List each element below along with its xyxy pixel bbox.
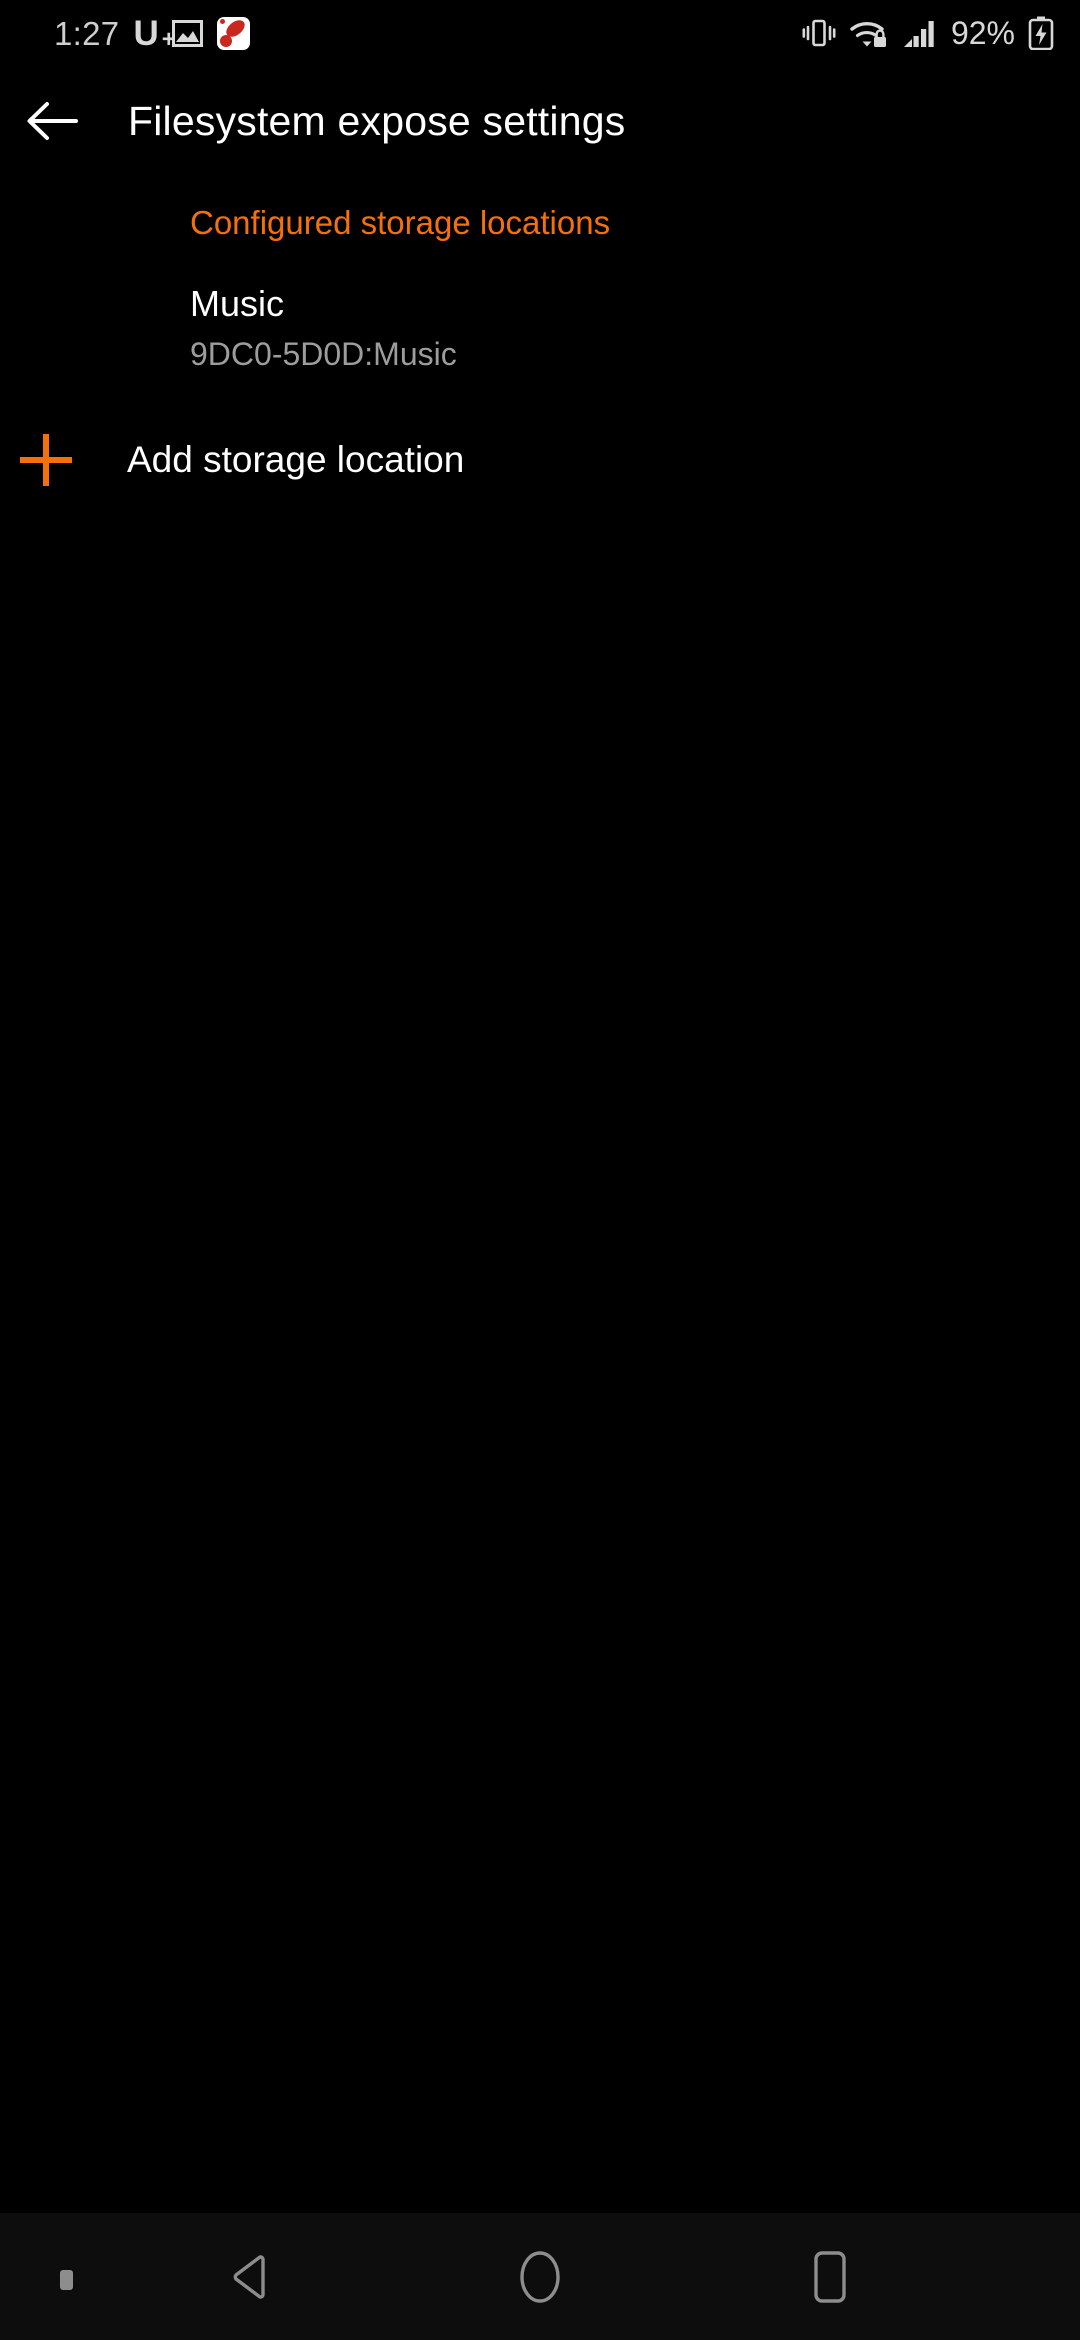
battery-charging-icon (1028, 16, 1054, 50)
status-clock: 1:27 (54, 14, 120, 52)
nav-back-button[interactable] (105, 2213, 395, 2340)
navigation-bar (0, 2213, 1080, 2340)
add-storage-location-button[interactable]: Add storage location (0, 373, 1080, 489)
back-button[interactable] (0, 69, 104, 173)
storage-location-item[interactable]: Music 9DC0-5D0D:Music (0, 239, 1080, 373)
nav-recents-icon (805, 2249, 855, 2305)
battery-percent-label: 92% (950, 15, 1015, 51)
nav-back-icon (226, 2251, 274, 2303)
add-storage-location-label: Add storage location (127, 438, 465, 480)
storage-location-path: 9DC0-5D0D:Music (190, 336, 457, 373)
nav-recents-button[interactable] (685, 2213, 975, 2340)
plus-icon (0, 429, 104, 489)
page-title: Filesystem expose settings (128, 97, 626, 144)
back-arrow-icon (26, 100, 78, 142)
app-badge-icon (216, 16, 250, 50)
wifi-lock-icon (849, 17, 889, 49)
toolbar: Filesystem expose settings (0, 66, 1080, 176)
section-header-configured-storage: Configured storage locations (190, 204, 611, 241)
signal-bars-icon (902, 17, 938, 49)
storage-location-name: Music (190, 283, 285, 324)
pin-dot-icon (60, 2270, 73, 2290)
vibrate-icon (802, 17, 836, 49)
content-area: Configured storage locations Music 9DC0-… (0, 176, 1080, 489)
status-bar-right: 92% (802, 16, 1054, 50)
status-bar: 1:27 U + 92% (0, 0, 1080, 66)
screen-root: 1:27 U + 92% Filesystem expose settings … (0, 0, 1080, 2340)
photo-icon (171, 19, 203, 47)
nav-home-icon (514, 2249, 566, 2305)
status-bar-left: 1:27 U + (54, 14, 250, 52)
nav-home-button[interactable] (395, 2213, 685, 2340)
